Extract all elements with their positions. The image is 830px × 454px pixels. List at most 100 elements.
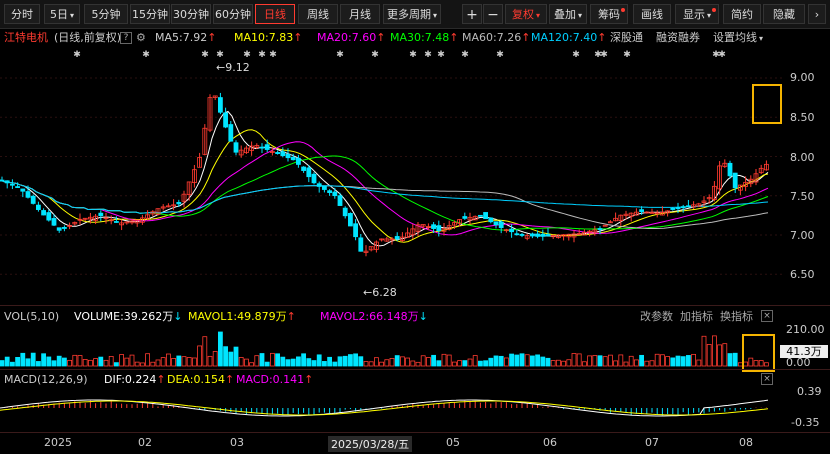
date-label: 06	[543, 436, 557, 449]
volume-bar	[540, 356, 546, 367]
event-marker-icon: ✱	[409, 50, 417, 60]
event-marker-icon: ✱	[718, 50, 726, 60]
event-marker-icon: ✱	[496, 50, 504, 60]
volume-bar	[389, 357, 395, 367]
candle-body	[680, 206, 686, 209]
switch-indicator-button[interactable]: 换指标	[720, 310, 753, 324]
volume-bar	[290, 358, 296, 367]
event-marker-icon: ✱	[371, 50, 379, 60]
volume-bar	[472, 355, 478, 367]
candle-body	[306, 167, 312, 178]
volume-bar	[342, 355, 348, 367]
volume-bar	[269, 352, 275, 367]
volume-bar	[353, 353, 359, 367]
volume-bar	[139, 362, 145, 367]
volume-bar	[654, 353, 660, 367]
candle-body	[285, 153, 291, 159]
volume-bar	[399, 356, 405, 367]
candle-body	[51, 218, 57, 226]
panel-divider	[0, 305, 830, 306]
volume-bar	[129, 354, 135, 367]
candle-body	[327, 190, 333, 193]
volume-bar	[186, 357, 192, 367]
volume-bar	[119, 354, 124, 367]
ma5-line	[0, 110, 769, 247]
candle-body	[436, 225, 442, 232]
volume-bar	[571, 353, 577, 367]
date-axis: 2025 02 03 2025/03/28/五 05 06 07 08	[0, 432, 830, 454]
volume-bar	[660, 354, 665, 367]
price-label-850: 8.50	[790, 111, 815, 124]
candle-body	[98, 212, 104, 217]
candle-body	[462, 216, 468, 219]
volume-bars	[0, 331, 769, 367]
vol-mavol1: MAVOL1:49.879万↑	[188, 310, 296, 323]
volume-bar	[420, 355, 426, 367]
volume-bar	[207, 355, 213, 367]
candle-body	[342, 207, 348, 217]
volume-bar	[384, 359, 390, 367]
volume-bar	[545, 357, 551, 367]
event-marker-icon: ✱	[572, 50, 580, 60]
candle-body	[727, 162, 733, 177]
event-marker-icon: ✱	[424, 50, 432, 60]
volume-bar	[524, 354, 530, 367]
price-label-700: 7.00	[790, 229, 815, 242]
event-marker-icon: ✱	[437, 50, 445, 60]
volume-bar	[9, 361, 15, 367]
volume-bar	[597, 355, 603, 367]
volume-bar	[451, 361, 457, 367]
volume-bar	[722, 343, 728, 367]
change-params-button[interactable]: 改参数	[640, 310, 673, 324]
volume-bar	[67, 359, 72, 367]
close-icon[interactable]: ×	[761, 373, 773, 385]
candle-body	[0, 179, 5, 182]
volume-bar	[51, 360, 57, 367]
volume-bar	[145, 353, 151, 367]
volume-bar	[483, 360, 489, 367]
volume-bar	[623, 361, 629, 367]
event-marker-icon: ✱	[243, 50, 251, 60]
event-markers: ✱ ✱ ✱ ✱ ✱ ✱ ✱ ✱ ✱ ✱ ✱ ✱ ✱ ✱ ✱ ✱✱ ✱ ✱✱	[73, 50, 726, 60]
volume-bar	[561, 360, 566, 367]
close-icon[interactable]: ×	[761, 310, 773, 322]
volume-bar	[425, 357, 431, 367]
candle-body	[732, 172, 738, 189]
volume-bar	[82, 359, 88, 367]
candle-body	[223, 112, 229, 128]
candle-body	[321, 185, 327, 190]
volume-bar	[613, 360, 618, 367]
volume-bar	[358, 356, 364, 367]
volume-bar	[446, 354, 452, 367]
price-label-800: 8.00	[790, 151, 815, 164]
add-indicator-button[interactable]: 加指标	[680, 310, 713, 324]
volume-bar	[608, 354, 613, 367]
volume-bar	[15, 356, 21, 367]
volume-bar	[160, 357, 166, 367]
volume-bar	[691, 353, 696, 367]
volume-bar	[306, 358, 312, 367]
macd-dif-line	[0, 399, 769, 417]
macd-name: MACD(12,26,9)	[4, 373, 88, 386]
price-label-750: 7.50	[790, 190, 815, 203]
candle-body	[176, 202, 182, 205]
volume-bar	[46, 356, 52, 367]
volume-bar	[332, 361, 338, 367]
volume-bar	[405, 357, 411, 367]
volume-bar	[337, 356, 343, 367]
volume-bar	[441, 353, 447, 367]
volume-bar	[680, 356, 686, 367]
ma120-line	[0, 179, 769, 214]
volume-bar	[732, 352, 738, 367]
volume-bar	[592, 355, 598, 367]
vol-volume: VOLUME:39.262万↓	[74, 310, 183, 323]
candle-body	[597, 228, 603, 230]
high-annotation: ←9.12	[216, 61, 250, 74]
volume-bar	[576, 353, 582, 367]
price-grid	[0, 77, 782, 275]
volume-bar	[639, 354, 644, 367]
candle-body	[675, 207, 681, 210]
volume-bar	[20, 352, 26, 367]
volume-bar	[706, 344, 712, 367]
candle-body	[228, 124, 234, 142]
